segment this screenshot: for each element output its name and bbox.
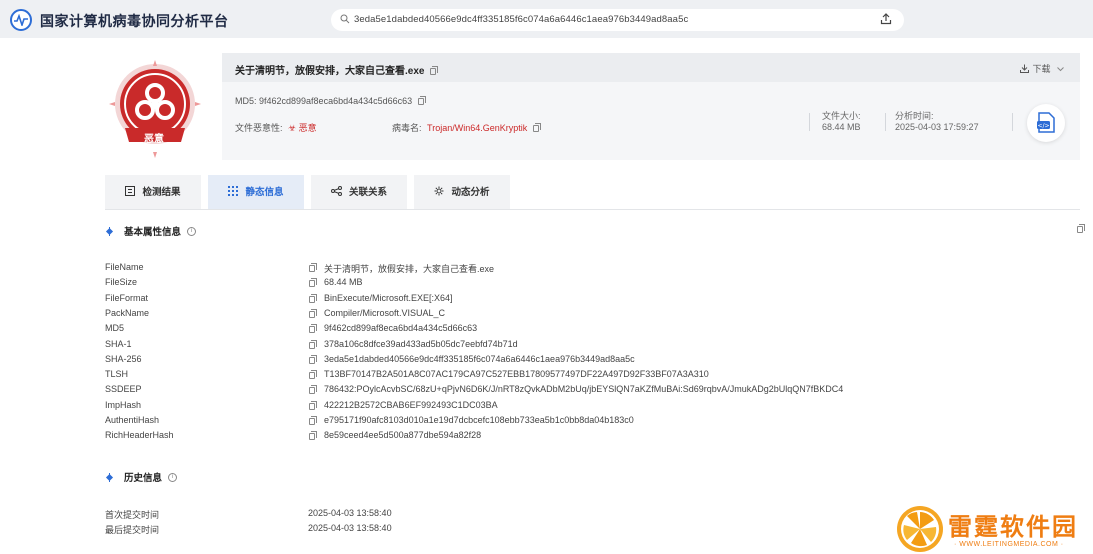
property-row: FileName 关于清明节，放假安排，大家自己查看.exe (105, 262, 495, 274)
search-input[interactable]: 3eda5e1dabded40566e9dc4ff335185f6c074a6a… (331, 9, 904, 31)
copy-icon[interactable] (533, 123, 542, 133)
svg-text:</>: </> (1037, 123, 1049, 130)
share-icon (330, 186, 342, 197)
property-row: ImpHash 422212B2572CBAB6EF992493C1DC03BA (105, 399, 498, 410)
tab-divider (105, 209, 1080, 210)
analysis-time: 分析时间: 2025-04-03 17:59:27 (895, 111, 979, 132)
md5-line: MD5: 9f462cd899af8eca6bd4a434c5d66c63 (235, 96, 427, 106)
property-row: SHA-1 378a106c8dfce39ad433ad5b05dc7eebfd7… (105, 338, 518, 349)
search-icon (340, 14, 350, 24)
copy-icon[interactable] (309, 308, 317, 318)
search-value: 3eda5e1dabded40566e9dc4ff335185f6c074a6a… (354, 14, 689, 25)
orange-logo-icon (897, 506, 943, 552)
grid-icon (228, 186, 239, 197)
copy-icon[interactable] (309, 416, 317, 425)
top-bar: 国家计算机病毒协同分析平台 3eda5e1dabded40566e9dc4ff3… (0, 0, 1093, 38)
property-row: SSDEEP 786432:POylcAcvbSC/68zU+qPjvN6D6K/… (105, 384, 844, 395)
code-file-icon: </> (1037, 112, 1055, 133)
file-size: 文件大小: 68.44 MB (822, 111, 861, 132)
history-row: 最后提交时间 2025-04-03 13:58:40 (105, 523, 392, 535)
copy-icon[interactable] (309, 324, 317, 334)
divider (1012, 113, 1013, 131)
info-icon[interactable]: i (187, 226, 197, 236)
file-summary-card: 关于清明节，放假安排，大家自己查看.exe 下载 MD5: 9f462cd899… (222, 53, 1080, 160)
info-icon[interactable]: i (168, 472, 178, 482)
property-row: PackName Compiler/Microsoft.VISUAL_C (105, 307, 446, 318)
copy-icon[interactable] (309, 400, 317, 410)
copy-all-icon[interactable] (1077, 224, 1085, 233)
file-summary-header: 关于清明节，放假安排，大家自己查看.exe 下载 (222, 53, 1080, 82)
property-row: TLSH T13BF70147B2A501A8C07AC179CA97C527EB… (105, 369, 709, 380)
file-name-title: 关于清明节，放假安排，大家自己查看.exe (235, 62, 439, 77)
copy-icon[interactable] (309, 293, 317, 303)
basic-properties-title: 基本属性信息 i (105, 224, 197, 238)
divider (885, 113, 886, 131)
virus-name-row: 病毒名: Trojan/Win64.GenKryptik (392, 121, 542, 134)
list-icon (125, 186, 136, 197)
tab-dynamic-analysis[interactable]: 动态分析 (414, 175, 510, 210)
platform-logo-icon[interactable] (10, 9, 32, 31)
property-row: FileSize 68.44 MB (105, 277, 363, 288)
tab-relations[interactable]: 关联关系 (311, 175, 407, 210)
watermark: 雷霆软件园 · WWW.LEITINGMEDIA.COM · (896, 505, 1090, 554)
section-marker-icon (105, 226, 114, 236)
download-icon (1020, 64, 1030, 74)
gear-icon (434, 186, 444, 196)
property-row: RichHeaderHash 8e59ceed4ee5d500a877dbe594… (105, 430, 482, 441)
app-title[interactable]: 国家计算机病毒协同分析平台 (40, 11, 229, 31)
copy-icon[interactable] (309, 431, 317, 441)
download-button[interactable]: 下载 (1020, 62, 1064, 75)
maliciousness-row: 文件恶意性: ☣ 恶意 (235, 123, 317, 133)
copy-icon[interactable] (309, 370, 317, 380)
malicious-badge: 恶意 (103, 56, 207, 160)
property-row: MD5 9f462cd899af8eca6bd4a434c5d66c63 (105, 323, 478, 334)
copy-icon[interactable] (309, 385, 317, 395)
divider (809, 113, 810, 131)
copy-icon[interactable] (430, 65, 439, 75)
tab-static-info[interactable]: 静态信息 (208, 175, 304, 210)
chevron-down-icon (1057, 67, 1064, 72)
copy-icon[interactable] (309, 339, 317, 349)
copy-icon[interactable] (418, 96, 427, 106)
badge-label: 恶意 (144, 134, 164, 145)
copy-icon[interactable] (309, 278, 317, 288)
section-marker-icon (105, 472, 114, 482)
history-title: 历史信息 i (105, 470, 178, 484)
property-row: AuthentiHash e795171f90afc8103d010a1e19d7… (105, 415, 634, 425)
report-button[interactable]: </> (1027, 104, 1065, 142)
history-row: 首次提交时间 2025-04-03 13:58:40 (105, 508, 392, 520)
tab-detection-results[interactable]: 检测结果 (105, 175, 201, 210)
upload-icon[interactable] (880, 13, 892, 25)
copy-icon[interactable] (309, 354, 317, 364)
property-row: SHA-256 3eda5e1dabded40566e9dc4ff335185f6… (105, 353, 635, 364)
biohazard-small-icon: ☣ (288, 123, 297, 133)
property-row: FileFormat BinExecute/Microsoft.EXE[:X64] (105, 292, 453, 303)
copy-icon[interactable] (309, 263, 317, 272)
